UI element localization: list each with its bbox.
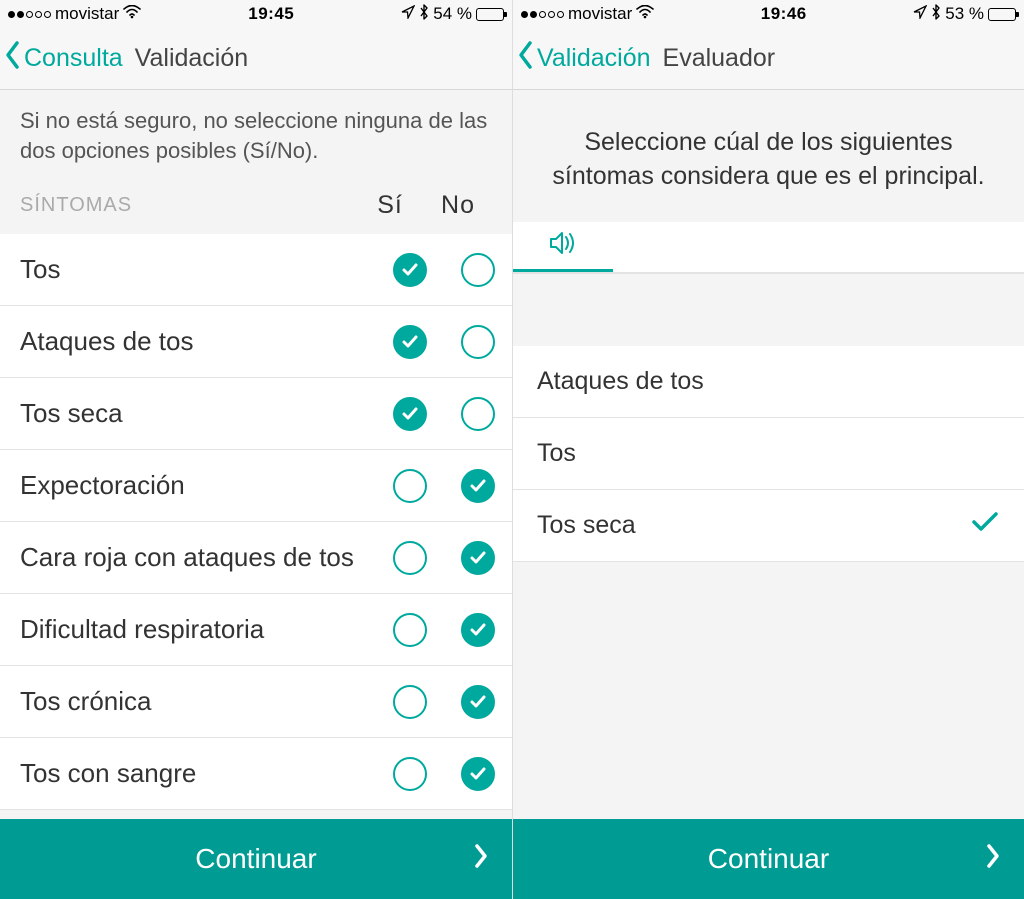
signal-dots xyxy=(8,11,51,18)
radio-unchecked[interactable] xyxy=(393,469,427,503)
nav-bar: Consulta Validación xyxy=(0,28,512,90)
option-row[interactable]: Ataques de tos xyxy=(513,346,1024,418)
radio-unchecked[interactable] xyxy=(393,685,427,719)
header-symptoms: SÍNTOMAS xyxy=(20,194,356,217)
status-bar: movistar 19:45 54 % xyxy=(0,0,512,28)
signal-dots xyxy=(521,11,564,18)
table-header: SÍNTOMAS Sí No xyxy=(0,181,512,234)
wifi-icon xyxy=(123,4,141,24)
location-icon xyxy=(401,4,415,24)
symptom-label: Dificultad respiratoria xyxy=(20,614,376,645)
symptom-row: Tos con sangre xyxy=(0,738,512,810)
bluetooth-icon xyxy=(419,4,429,25)
page-title: Evaluador xyxy=(663,44,776,73)
radio-checked[interactable] xyxy=(461,685,495,719)
option-row[interactable]: Tos xyxy=(513,418,1024,490)
radio-unchecked[interactable] xyxy=(393,613,427,647)
symptom-row: Tos seca xyxy=(0,378,512,450)
radio-checked[interactable] xyxy=(393,253,427,287)
spacer xyxy=(513,274,1024,346)
radio-checked[interactable] xyxy=(461,757,495,791)
option-list: Ataques de tos Tos Tos seca xyxy=(513,346,1024,562)
option-label: Ataques de tos xyxy=(537,367,704,396)
radio-checked[interactable] xyxy=(393,325,427,359)
continue-label: Continuar xyxy=(708,843,829,875)
battery-percent: 53 % xyxy=(945,4,984,24)
battery-icon xyxy=(988,8,1016,21)
radio-checked[interactable] xyxy=(461,541,495,575)
option-label: Tos seca xyxy=(537,511,636,540)
symptom-row: Tos crónica xyxy=(0,666,512,738)
continue-label: Continuar xyxy=(195,843,316,875)
wifi-icon xyxy=(636,4,654,24)
battery-percent: 54 % xyxy=(433,4,472,24)
radio-checked[interactable] xyxy=(393,397,427,431)
back-label: Consulta xyxy=(24,44,123,73)
clock: 19:45 xyxy=(248,4,294,24)
back-button[interactable]: Validación xyxy=(517,40,651,77)
status-bar: movistar 19:46 53 % xyxy=(513,0,1024,28)
back-label: Validación xyxy=(537,44,651,73)
back-button[interactable]: Consulta xyxy=(4,40,123,77)
symptom-label: Cara roja con ataques de tos xyxy=(20,542,376,573)
radio-unchecked[interactable] xyxy=(393,757,427,791)
screen-validation: movistar 19:45 54 % Consulta Validación … xyxy=(0,0,512,899)
carrier-label: movistar xyxy=(55,4,119,24)
radio-checked[interactable] xyxy=(461,613,495,647)
radio-unchecked[interactable] xyxy=(461,397,495,431)
page-title: Validación xyxy=(135,44,249,73)
carrier-label: movistar xyxy=(568,4,632,24)
bluetooth-icon xyxy=(931,4,941,25)
chevron-left-icon xyxy=(4,40,22,77)
symptom-label: Expectoración xyxy=(20,470,376,501)
nav-bar: Validación Evaluador xyxy=(513,28,1024,90)
symptom-label: Tos con sangre xyxy=(20,758,376,789)
clock: 19:46 xyxy=(761,4,807,24)
symptom-list: Tos Ataques de tos Tos seca Expectoración Ca… xyxy=(0,234,512,810)
chevron-left-icon xyxy=(517,40,535,77)
chevron-right-icon xyxy=(984,841,1002,878)
tab-audio[interactable] xyxy=(513,222,613,272)
radio-unchecked[interactable] xyxy=(461,253,495,287)
screen-evaluator: movistar 19:46 53 % Validación Evaluador… xyxy=(512,0,1024,899)
option-row[interactable]: Tos seca xyxy=(513,490,1024,562)
check-icon xyxy=(970,510,1000,541)
header-no: No xyxy=(424,191,492,220)
prompt-text: Seleccione cúal de los siguientes síntom… xyxy=(513,90,1024,222)
location-icon xyxy=(913,4,927,24)
symptom-row: Cara roja con ataques de tos xyxy=(0,522,512,594)
symptom-row: Ataques de tos xyxy=(0,306,512,378)
continue-button[interactable]: Continuar xyxy=(513,819,1024,899)
tab-row xyxy=(513,222,1024,274)
symptom-label: Ataques de tos xyxy=(20,326,376,357)
option-label: Tos xyxy=(537,439,576,468)
symptom-label: Tos seca xyxy=(20,398,376,429)
radio-unchecked[interactable] xyxy=(393,541,427,575)
chevron-right-icon xyxy=(472,841,490,878)
continue-button[interactable]: Continuar xyxy=(0,819,512,899)
speaker-icon xyxy=(548,229,578,262)
symptom-label: Tos crónica xyxy=(20,686,376,717)
symptom-row: Expectoración xyxy=(0,450,512,522)
symptom-row: Tos xyxy=(0,234,512,306)
battery-icon xyxy=(476,8,504,21)
instruction-text: Si no está seguro, no seleccione ninguna… xyxy=(0,90,512,181)
symptom-label: Tos xyxy=(20,254,376,285)
header-yes: Sí xyxy=(356,191,424,220)
radio-checked[interactable] xyxy=(461,469,495,503)
symptom-row: Dificultad respiratoria xyxy=(0,594,512,666)
radio-unchecked[interactable] xyxy=(461,325,495,359)
